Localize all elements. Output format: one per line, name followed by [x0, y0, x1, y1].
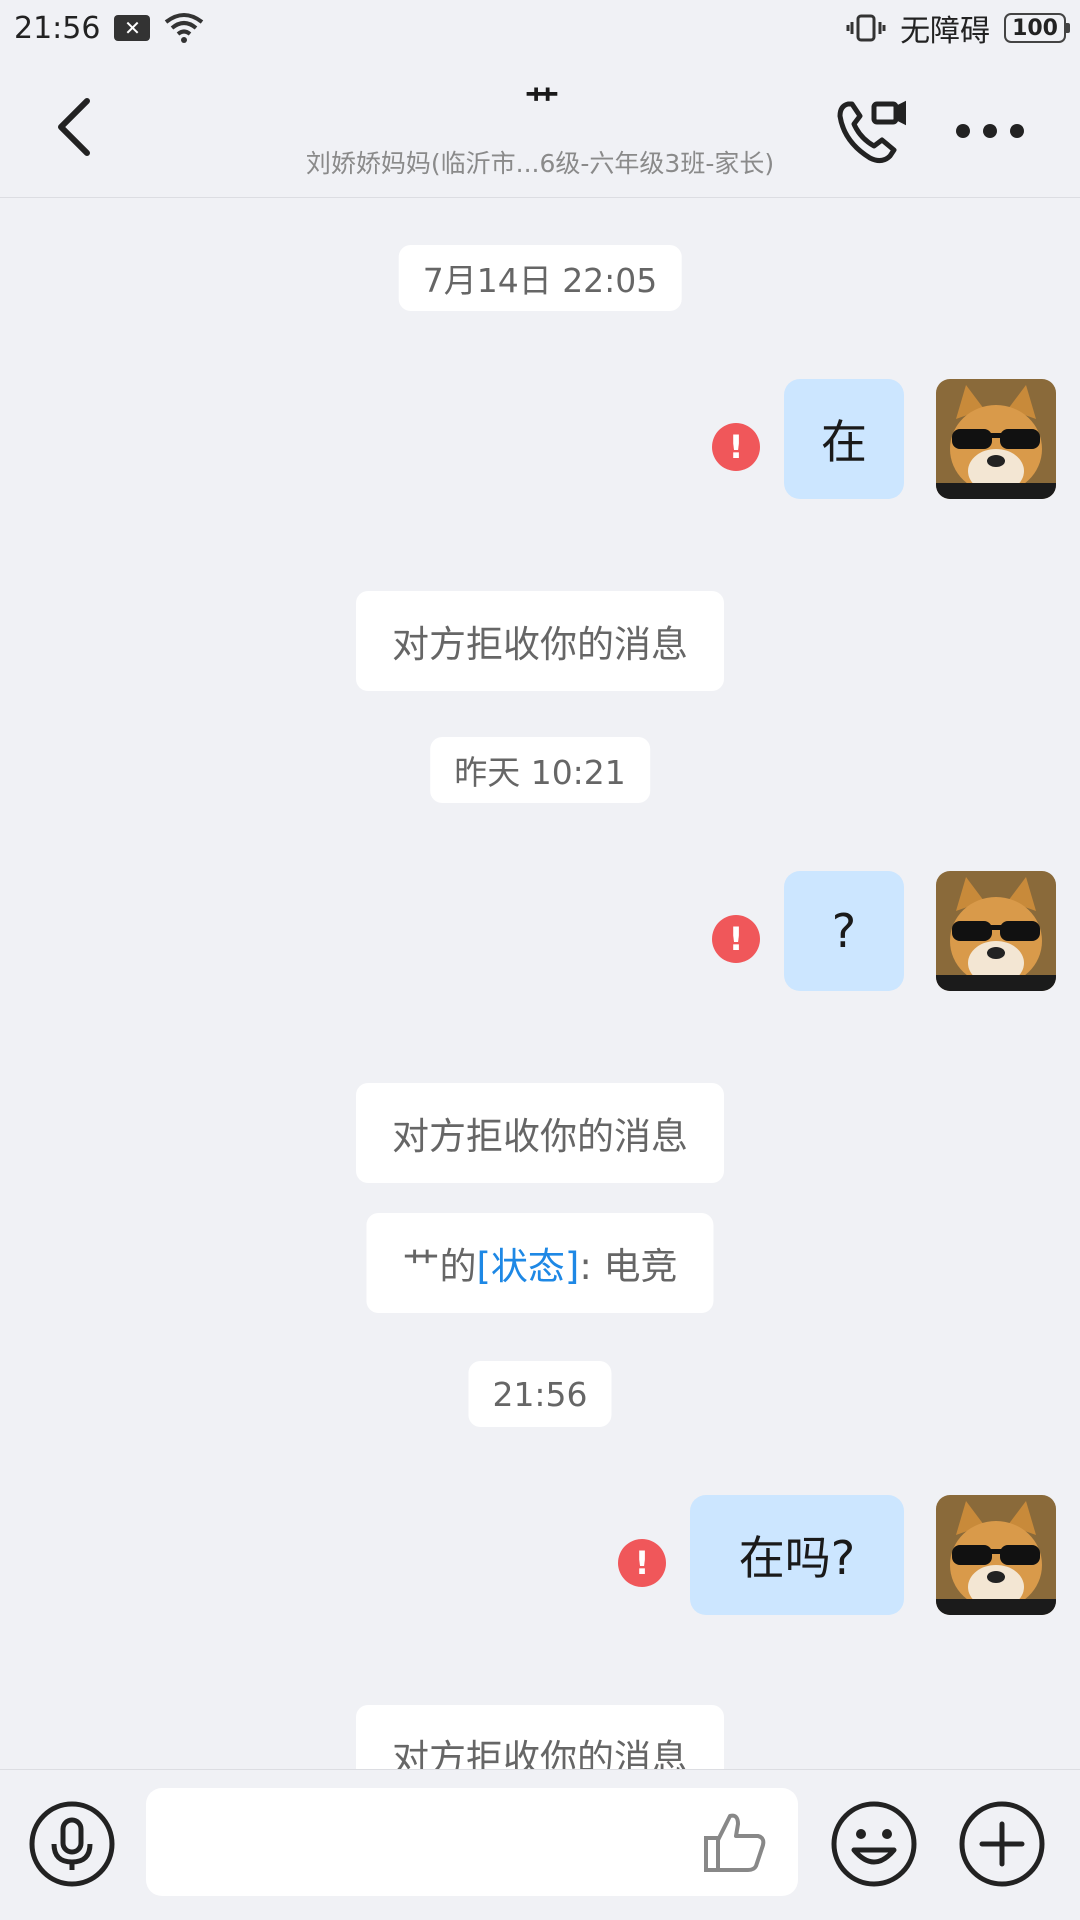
emoji-button[interactable]: [830, 1800, 918, 1888]
battery-indicator: 100: [1004, 13, 1070, 43]
avatar[interactable]: [936, 871, 1056, 991]
input-bar: [0, 1769, 1080, 1920]
wifi-icon: [165, 13, 204, 43]
status-bar-left: 21:56 ✕: [14, 11, 204, 46]
avatar[interactable]: [936, 379, 1056, 499]
smiley-icon: [831, 1801, 917, 1887]
timestamp: 昨天 10:21: [430, 737, 650, 803]
call-button[interactable]: [830, 92, 910, 172]
chat-subtitle: 刘娇娇妈妈(临沂市...6级-六年级3班-家长): [305, 149, 775, 178]
chat-area[interactable]: 7月14日 22:05 ! 在 对方拒收你的消息 昨天 10:21 ! ? 对方…: [0, 199, 1080, 1769]
like-button[interactable]: [700, 1808, 770, 1878]
status-bar-right: 无障碍 100: [846, 6, 1070, 50]
message-bubble[interactable]: 在吗?: [690, 1495, 904, 1615]
status-notice[interactable]: 艹的 [状态]: 电竞: [366, 1213, 714, 1313]
accessibility-label: 无障碍: [900, 14, 991, 49]
send-failed-icon[interactable]: !: [712, 915, 760, 963]
vibrate-icon: [846, 14, 886, 42]
more-button[interactable]: [950, 106, 1030, 156]
more-dots-icon: [956, 124, 1024, 138]
avatar[interactable]: [936, 1495, 1056, 1615]
system-message: 对方拒收你的消息: [356, 1705, 724, 1769]
chat-header: 艹 刘娇娇妈妈(临沂市...6级-六年级3班-家长): [0, 56, 1080, 198]
status-notice-prefix: 艹的: [402, 1245, 477, 1288]
voice-button[interactable]: [28, 1800, 116, 1888]
close-box-icon: ✕: [114, 15, 151, 41]
system-message: 对方拒收你的消息: [356, 591, 724, 691]
message-bubble[interactable]: ?: [784, 871, 904, 991]
status-notice-suffix: : 电竞: [579, 1245, 678, 1288]
timestamp: 21:56: [468, 1361, 612, 1427]
phone-video-icon: [837, 100, 906, 164]
message-bubble[interactable]: 在: [784, 379, 904, 499]
status-bar: 21:56 ✕ 无障碍 100: [0, 0, 1080, 56]
avatar-image: [936, 1495, 1056, 1615]
send-failed-icon[interactable]: !: [712, 423, 760, 471]
status-link[interactable]: [状态]: [476, 1236, 579, 1290]
more-actions-button[interactable]: [958, 1800, 1046, 1888]
plus-icon: [959, 1801, 1045, 1887]
avatar-image: [936, 379, 1056, 499]
timestamp: 7月14日 22:05: [398, 245, 682, 311]
thumbs-up-icon: [704, 1813, 766, 1872]
send-failed-icon[interactable]: !: [618, 1539, 666, 1587]
microphone-icon: [29, 1801, 115, 1887]
clock: 21:56: [14, 10, 101, 46]
system-message: 对方拒收你的消息: [356, 1083, 724, 1183]
chat-title: 艹: [525, 84, 559, 124]
avatar-image: [936, 871, 1056, 991]
